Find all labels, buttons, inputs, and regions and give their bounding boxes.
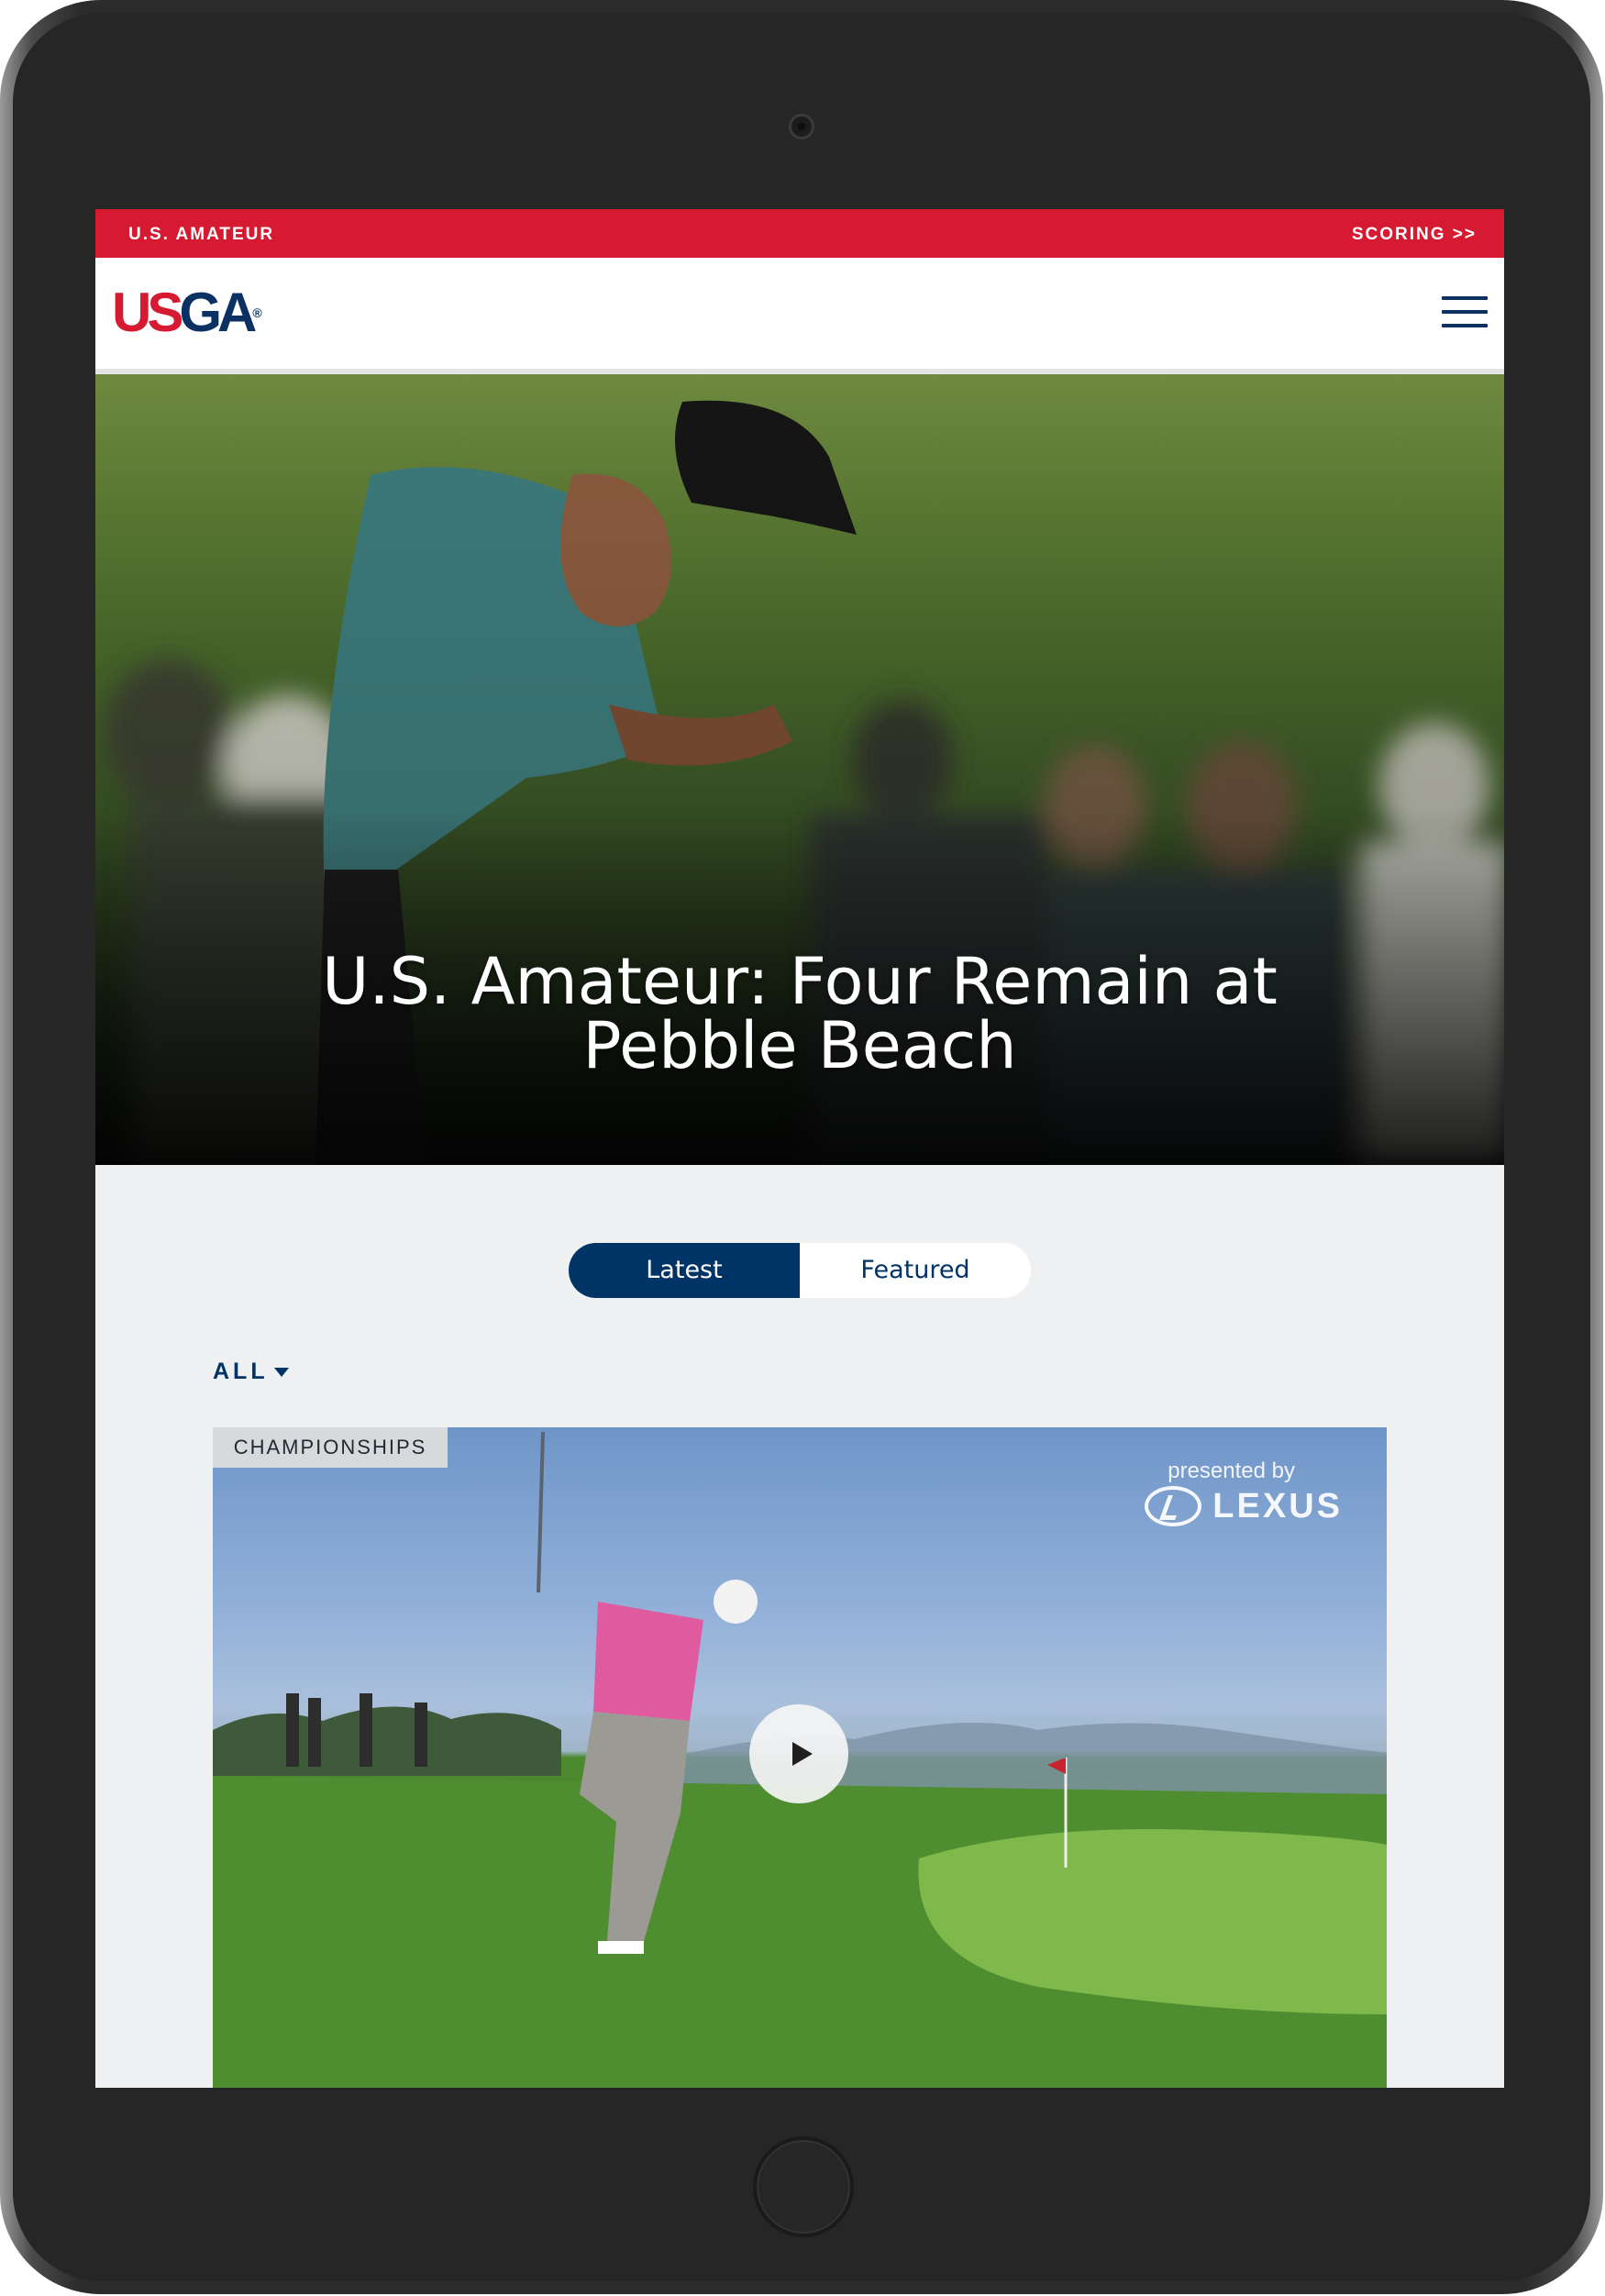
category-tag[interactable]: CHAMPIONSHIPS bbox=[213, 1427, 448, 1468]
caret-down-icon bbox=[273, 1368, 289, 1378]
logo-registered-mark: ® bbox=[252, 305, 262, 320]
hero-headline[interactable]: U.S. Amateur: Four Remain at Pebble Beac… bbox=[249, 949, 1350, 1078]
scoring-link[interactable]: SCORING >> bbox=[1352, 225, 1477, 245]
sponsor-logo: LEXUS bbox=[1145, 1486, 1343, 1526]
video-card[interactable]: CHAMPIONSHIPS presented by LEXUS bbox=[213, 1427, 1387, 2088]
site-header: USGA® bbox=[95, 258, 1504, 374]
home-button[interactable] bbox=[753, 2136, 854, 2237]
content-tab-toggle: Latest Featured bbox=[569, 1243, 1031, 1298]
lexus-emblem-icon bbox=[1145, 1486, 1202, 1526]
logo-us: US bbox=[112, 282, 183, 343]
filter-label: ALL bbox=[213, 1359, 269, 1384]
play-icon[interactable] bbox=[749, 1704, 848, 1803]
front-camera bbox=[789, 114, 814, 139]
tab-latest[interactable]: Latest bbox=[569, 1243, 800, 1298]
logo-ga: GA bbox=[179, 282, 257, 343]
hamburger-icon[interactable] bbox=[1442, 296, 1488, 329]
sponsor-prefix: presented by bbox=[1168, 1459, 1295, 1483]
category-filter-dropdown[interactable]: ALL bbox=[213, 1359, 289, 1385]
hero-banner[interactable]: U.S. Amateur: Four Remain at Pebble Beac… bbox=[95, 374, 1504, 1165]
sponsor-name: LEXUS bbox=[1212, 1486, 1343, 1525]
tab-featured[interactable]: Featured bbox=[800, 1243, 1031, 1298]
championship-link[interactable]: U.S. AMATEUR bbox=[128, 225, 274, 245]
usga-logo[interactable]: USGA® bbox=[112, 283, 262, 342]
hero-headline-line-1: U.S. Amateur: Four Remain at bbox=[322, 944, 1278, 1019]
screen: U.S. AMATEUR SCORING >> USGA® U.S. Amate… bbox=[95, 209, 1504, 2088]
hero-headline-line-2: Pebble Beach bbox=[582, 1008, 1017, 1083]
tablet-frame: U.S. AMATEUR SCORING >> USGA® U.S. Amate… bbox=[0, 0, 1603, 2294]
championship-bar: U.S. AMATEUR SCORING >> bbox=[95, 209, 1504, 258]
